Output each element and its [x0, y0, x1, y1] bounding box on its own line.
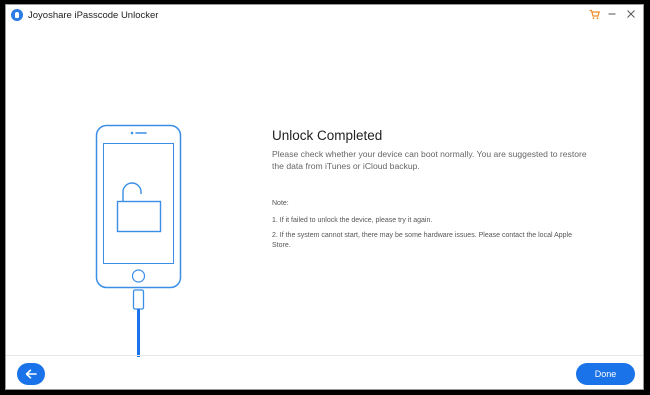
close-icon[interactable] [624, 7, 638, 21]
back-button[interactable] [17, 363, 45, 385]
lightning-cable-icon [132, 289, 145, 357]
app-window: Joyoshare iPasscode Unlocker Unlock Comp… [5, 4, 644, 390]
cart-icon[interactable] [587, 7, 601, 21]
note-item-1: 1. If it failed to unlock the device, pl… [272, 217, 433, 224]
result-description: Please check whether your device can boo… [272, 149, 587, 171]
joyoshare-logo-icon [11, 9, 23, 21]
iphone-illustration [95, 124, 182, 357]
arrow-left-icon [25, 369, 37, 379]
note-item-2: 2. If the system cannot start, there may… [272, 232, 572, 249]
title-bar: Joyoshare iPasscode Unlocker [6, 5, 643, 26]
footer-divider [6, 355, 643, 356]
minimize-icon[interactable] [605, 7, 619, 21]
page-title: Unlock Completed [272, 128, 383, 143]
note-title: Note: [272, 200, 289, 207]
app-title: Joyoshare iPasscode Unlocker [28, 10, 159, 21]
done-button[interactable]: Done [576, 363, 635, 385]
